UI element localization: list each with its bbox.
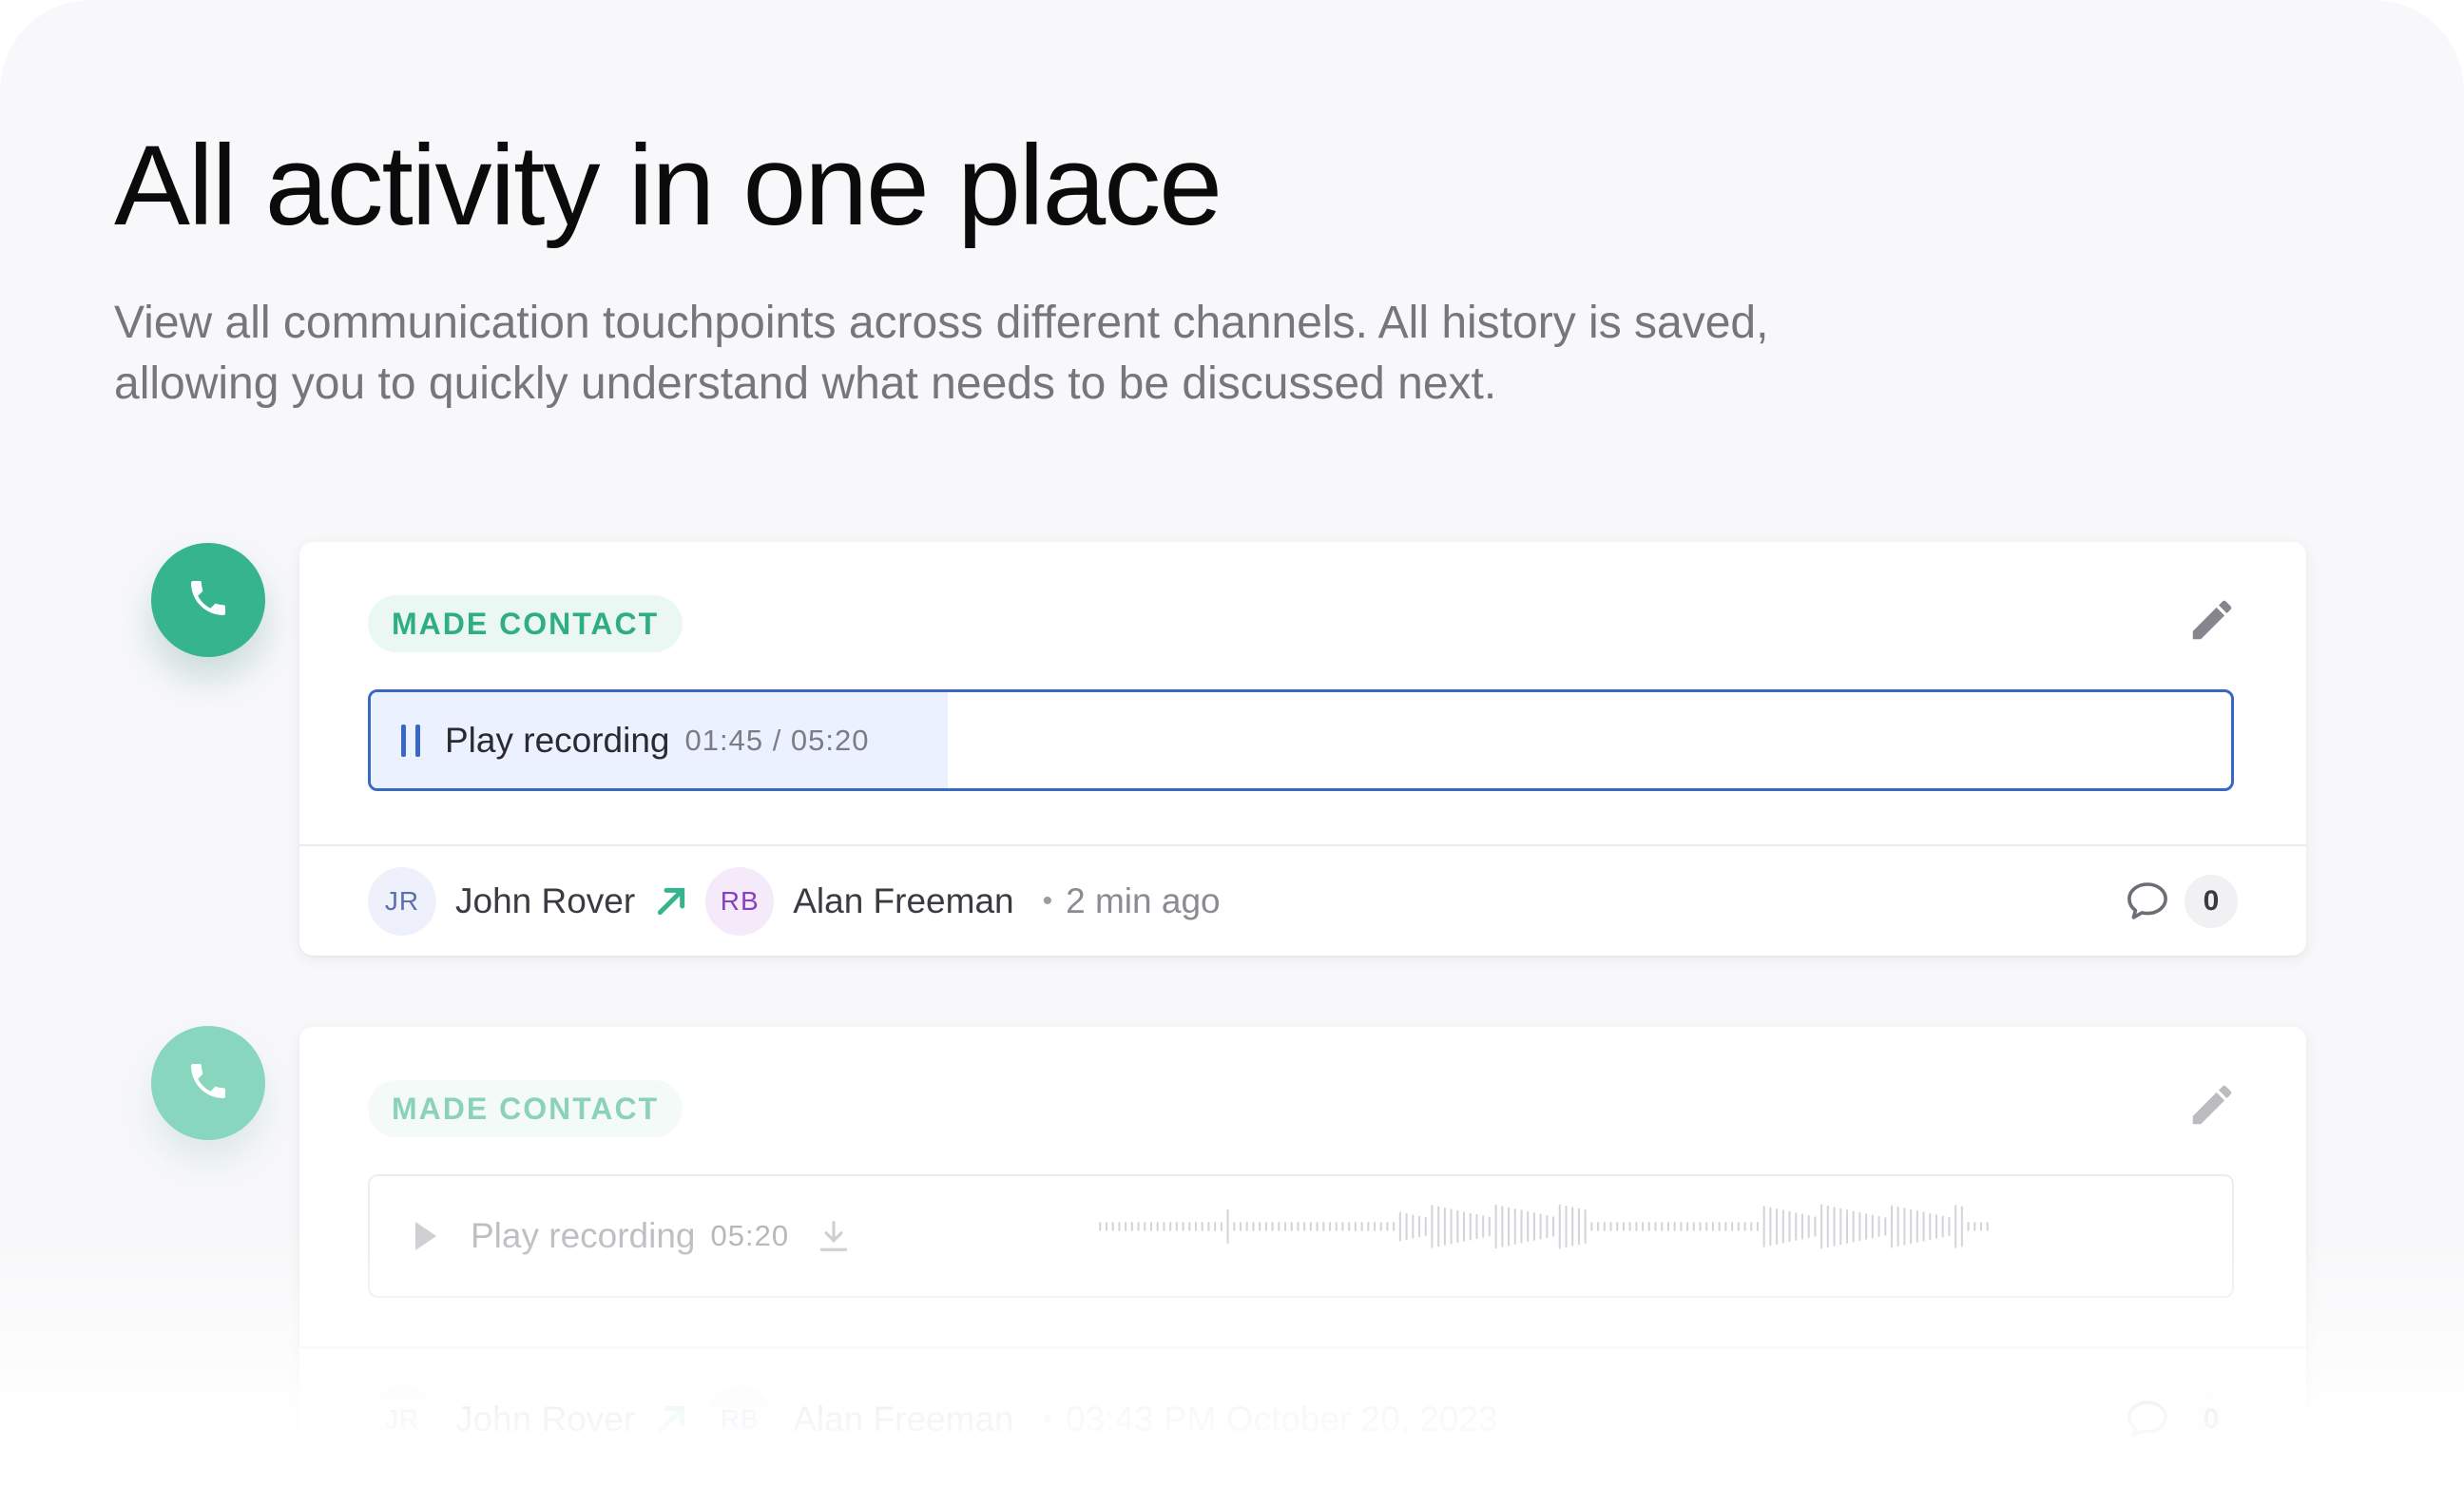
- card-divider: [299, 1346, 2306, 1348]
- caller-name[interactable]: John Rover: [455, 881, 635, 921]
- recipient-name[interactable]: Alan Freeman: [793, 1400, 1013, 1440]
- activity-timestamp: 2 min ago: [1066, 881, 1221, 920]
- phone-icon: [185, 575, 231, 626]
- edit-icon[interactable]: [2186, 1079, 2238, 1131]
- activity-card: MADE CONTACT Play recording 05:20 JR Joh…: [299, 1027, 2306, 1489]
- recording-time: 01:45 / 05:20: [684, 723, 870, 757]
- arrow-up-right-icon: [652, 882, 690, 920]
- avatar[interactable]: JR: [368, 1385, 436, 1454]
- comment-count: 0: [2185, 875, 2238, 928]
- comments-button[interactable]: 0: [2122, 1393, 2238, 1446]
- arrow-up-right-icon: [652, 1401, 690, 1439]
- avatar[interactable]: RB: [705, 1385, 775, 1454]
- recording-player[interactable]: Play recording 05:20: [368, 1174, 2234, 1298]
- activity-card: MADE CONTACT Play recording 01:45 / 05:2…: [299, 542, 2306, 956]
- activity-tag: MADE CONTACT: [368, 1080, 683, 1137]
- comments-button[interactable]: 0: [2122, 875, 2238, 928]
- waveform: [1099, 1204, 1989, 1249]
- comment-count: 0: [2185, 1393, 2238, 1446]
- activity-type-badge: [151, 543, 265, 657]
- activity-tag: MADE CONTACT: [368, 595, 683, 652]
- play-recording-label: Play recording: [445, 720, 670, 760]
- avatar[interactable]: JR: [368, 867, 436, 936]
- page-frame: All activity in one place View all commu…: [0, 0, 2464, 1489]
- recipient-name[interactable]: Alan Freeman: [793, 881, 1013, 921]
- phone-icon: [185, 1058, 231, 1109]
- activity-timestamp: 03:43 PM October 20, 2023: [1066, 1400, 1498, 1439]
- card-divider: [299, 844, 2306, 846]
- recording-player[interactable]: Play recording 01:45 / 05:20: [368, 689, 2234, 791]
- play-recording-label: Play recording: [471, 1216, 696, 1255]
- activity-type-badge: [151, 1026, 265, 1140]
- avatar[interactable]: RB: [705, 867, 775, 936]
- comment-icon: [2122, 876, 2173, 927]
- recording-time: 05:20: [710, 1219, 790, 1252]
- activity-footer: JR John Rover RB Alan Freeman • 03:43 PM…: [368, 1383, 2238, 1456]
- activity-footer: JR John Rover RB Alan Freeman • 2 min ag…: [368, 865, 2238, 938]
- play-icon[interactable]: [412, 1219, 440, 1253]
- page-title: All activity in one place: [114, 122, 1222, 249]
- download-icon[interactable]: [816, 1217, 852, 1255]
- edit-icon[interactable]: [2186, 594, 2238, 646]
- comment-icon: [2122, 1394, 2173, 1445]
- pause-icon[interactable]: [399, 723, 424, 759]
- page-subtitle: View all communication touchpoints acros…: [114, 298, 1769, 409]
- caller-name[interactable]: John Rover: [455, 1400, 635, 1440]
